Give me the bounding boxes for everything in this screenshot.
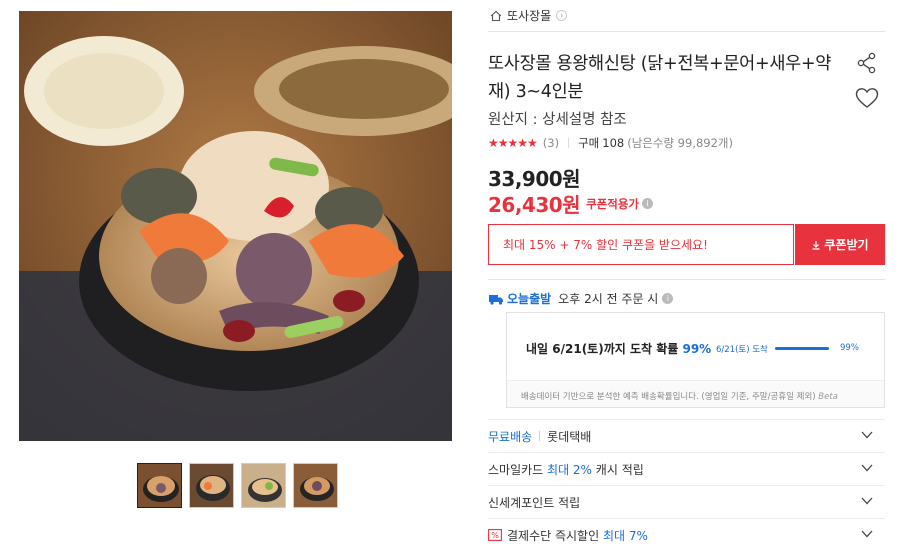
divider <box>539 431 541 441</box>
product-title: 또사장몰 용왕해신탕 (닭+전복+문어+새우+약재) 3~4인분 <box>488 54 832 102</box>
smilecard-tail: 캐시 적립 <box>595 462 644 477</box>
thumbnail-3[interactable] <box>241 463 286 508</box>
delivery-row: 오늘출발 오후 2시 전 주문 시 i <box>488 290 674 307</box>
sale-price: 26,430원 <box>488 193 581 217</box>
payment-discount-row[interactable]: % 결제수단 즉시할인 최대 7% <box>488 518 885 551</box>
product-main-image[interactable] <box>19 11 452 441</box>
delivery-cutoff-text: 오후 2시 전 주문 시 <box>558 292 659 306</box>
divider <box>488 279 885 280</box>
thumbnail-1[interactable] <box>137 463 182 508</box>
chevron-down-icon <box>861 530 873 538</box>
chevron-down-icon <box>861 431 873 439</box>
svg-text:%: % <box>491 531 499 540</box>
info-icon[interactable]: i <box>662 293 674 304</box>
rating-row: ★★★★★ (3) 구매 108 (남은수량 99,892개) <box>488 135 733 151</box>
download-icon <box>812 240 820 250</box>
coupon-banner[interactable]: 최대 15% + 7% 할인 쿠폰을 받으세요! <box>488 224 794 265</box>
thumbnail-2[interactable] <box>189 463 234 508</box>
home-icon[interactable] <box>490 10 502 22</box>
smilecard-highlight: 최대 2% <box>547 462 592 477</box>
heart-icon[interactable] <box>855 87 879 109</box>
info-icon[interactable]: i <box>641 198 653 209</box>
free-shipping-label: 무료배송 <box>488 429 533 444</box>
purchase-count: 108 <box>602 136 625 150</box>
forecast-note-text: 배송데이터 기반으로 분석한 예측 배송확률입니다. (영업일 기준, 주말/공… <box>521 392 816 402</box>
smilecard-row[interactable]: 스마일카드 최대 2% 캐시 적립 <box>488 452 885 485</box>
chevron-down-icon <box>861 464 873 472</box>
smilecard-label: 스마일카드 <box>488 462 544 477</box>
chevron-down-icon <box>861 497 873 505</box>
receipt-icon: % <box>488 529 502 541</box>
shinsegae-point-label: 신세계포인트 적립 <box>488 495 581 510</box>
delivery-forecast-box: 내일 6/21(토)까지 도착 확률 99% 6/21(토) 도착 99% 배송… <box>506 312 885 408</box>
forecast-chart-percent: 99% <box>840 343 859 353</box>
beta-label: Beta <box>818 392 838 402</box>
stock-note: (남은수량 99,892개) <box>627 136 733 150</box>
forecast-summary: 내일 6/21(토)까지 도착 확률 99% 6/21(토) 도착 99% <box>507 313 884 381</box>
shipping-company: 롯데택배 <box>547 429 592 444</box>
divider <box>568 138 570 148</box>
thumbnail-strip <box>137 463 338 508</box>
forecast-main-text: 내일 6/21(토)까지 도착 확률 99% <box>526 340 711 357</box>
store-link[interactable]: 또사장몰 <box>507 7 551 24</box>
payment-discount-label: 결제수단 즉시할인 <box>507 528 600 543</box>
shinsegae-point-row[interactable]: 신세계포인트 적립 <box>488 485 885 518</box>
share-icon[interactable] <box>856 52 878 74</box>
forecast-note: 배송데이터 기반으로 분석한 예측 배송확률입니다. (영업일 기준, 주말/공… <box>521 390 838 402</box>
review-count-link[interactable]: (3) <box>543 136 559 150</box>
forecast-chart-date: 6/21(토) 도착 <box>716 345 768 355</box>
today-ship-label: 오늘출발 <box>507 292 552 306</box>
shipping-row[interactable]: 무료배송 롯데택배 <box>488 419 885 452</box>
breadcrumb: 또사장몰 › <box>490 7 568 24</box>
purchase-label: 구매 <box>578 136 600 150</box>
chevron-right-icon[interactable]: › <box>556 10 568 21</box>
origin-text: 원산지 : 상세설명 참조 <box>488 112 627 128</box>
truck-icon <box>489 294 503 305</box>
coupon-price-label: 쿠폰적용가 <box>586 196 639 211</box>
coupon-download-button[interactable]: 쿠폰받기 <box>795 224 885 265</box>
sale-price-row: 26,430원 쿠폰적용가 i <box>488 189 653 218</box>
divider <box>488 31 885 32</box>
original-price: 33,900원 <box>488 167 581 191</box>
payment-discount-highlight: 최대 7% <box>602 528 648 543</box>
forecast-probability-bar <box>775 347 829 350</box>
thumbnail-4[interactable] <box>293 463 338 508</box>
forecast-percent: 99% <box>682 342 712 356</box>
coupon-button-label: 쿠폰받기 <box>824 238 869 252</box>
star-rating-icon: ★★★★★ <box>488 136 538 150</box>
forecast-label: 내일 6/21(토)까지 도착 확률 <box>526 342 679 356</box>
